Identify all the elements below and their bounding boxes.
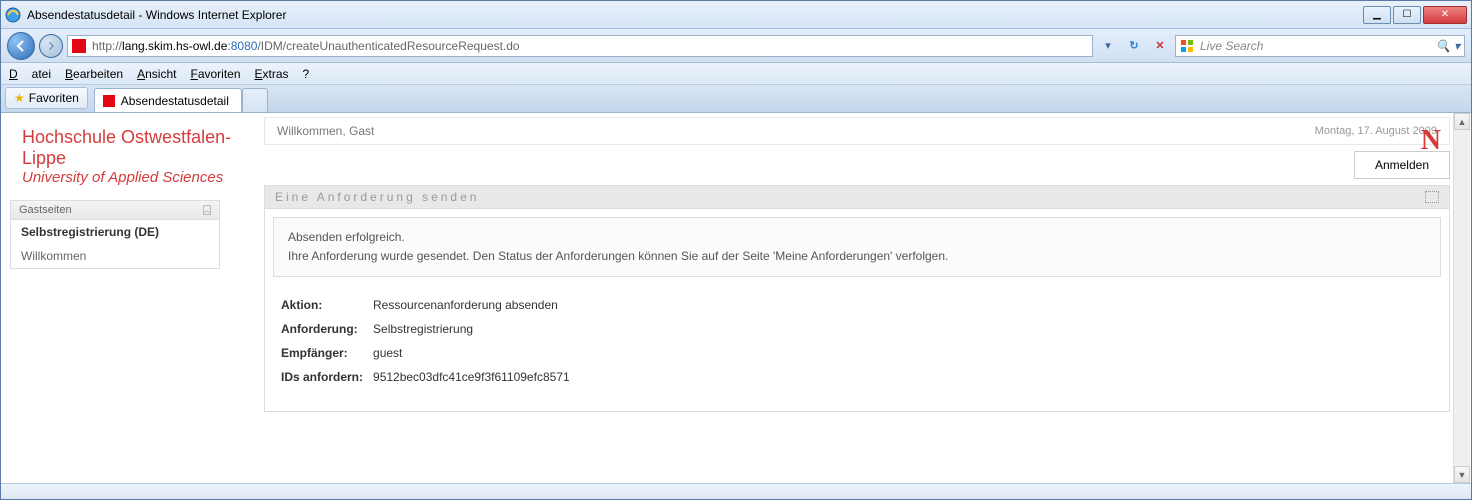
search-go-icon[interactable]: 🔍 ▾ — [1436, 39, 1460, 53]
tab-active[interactable]: Absendestatusdetail — [94, 88, 242, 112]
row-ids: IDs anfordern:9512bec03dfc41ce9f3f61109e… — [281, 365, 580, 389]
menu-edit[interactable]: Bearbeiten — [65, 67, 123, 81]
search-provider-icon — [1180, 39, 1194, 53]
status-bar — [1, 483, 1471, 499]
address-bar[interactable]: http://lang.skim.hs-owl.de:8080/IDM/crea… — [67, 35, 1093, 57]
new-tab-button[interactable] — [242, 88, 268, 112]
org-name: Hochschule Ostwestfalen-Lippe — [10, 121, 264, 169]
page-content: Hochschule Ostwestfalen-Lippe University… — [2, 113, 1470, 483]
stop-button[interactable]: ✕ — [1149, 35, 1171, 57]
org-subtitle: University of Applied Sciences — [10, 169, 264, 200]
close-button[interactable]: ✕ — [1423, 6, 1467, 24]
menu-extras[interactable]: Extras — [255, 67, 289, 81]
date-text: Montag, 17. August 2009 — [1315, 125, 1437, 137]
status-line2: Ihre Anforderung wurde gesendet. Den Sta… — [288, 247, 1426, 266]
favorites-button[interactable]: ★ Favoriten — [5, 87, 88, 109]
request-panel: Eine Anforderung senden Absenden erfolgr… — [264, 185, 1450, 412]
sidebar-group-header[interactable]: Gastseiten ︿ — [11, 201, 219, 220]
row-empfaenger: Empfänger:guest — [281, 341, 580, 365]
window-title: Absendestatusdetail - Windows Internet E… — [27, 8, 1363, 22]
window-titlebar: Absendestatusdetail - Windows Internet E… — [1, 1, 1471, 29]
main-area: Willkommen, Gast Montag, 17. August 2009… — [264, 113, 1470, 483]
scroll-up-icon[interactable]: ▲ — [1454, 113, 1470, 130]
menu-favorites[interactable]: Favoriten — [190, 67, 240, 81]
scroll-down-icon[interactable]: ▼ — [1454, 466, 1470, 483]
dropdown-icon[interactable]: ▾ — [1097, 35, 1119, 57]
menu-bar: Datei Bearbeiten Ansicht Favoriten Extra… — [1, 63, 1471, 85]
forward-button[interactable] — [39, 34, 63, 58]
nav-toolbar: http://lang.skim.hs-owl.de:8080/IDM/crea… — [1, 29, 1471, 63]
panel-options-icon[interactable] — [1425, 191, 1439, 203]
search-placeholder: Live Search — [1200, 39, 1263, 53]
menu-view[interactable]: Ansicht — [137, 67, 176, 81]
favicon-icon — [72, 39, 86, 53]
refresh-button[interactable]: ↻ — [1123, 35, 1145, 57]
tab-favicon-icon — [103, 95, 115, 107]
welcome-bar: Willkommen, Gast Montag, 17. August 2009 — [264, 117, 1450, 145]
menu-file[interactable]: Datei — [9, 67, 51, 81]
menu-help[interactable]: ? — [303, 67, 310, 81]
row-aktion: Aktion:Ressourcenanforderung absenden — [281, 293, 580, 317]
scrollbar[interactable]: ▲ ▼ — [1453, 113, 1470, 483]
ie-icon — [5, 7, 21, 23]
collapse-icon[interactable]: ︿ — [203, 205, 211, 215]
request-details: Aktion:Ressourcenanforderung absenden An… — [265, 285, 1449, 411]
status-message: Absenden erfolgreich. Ihre Anforderung w… — [273, 217, 1441, 277]
maximize-button[interactable]: ☐ — [1393, 6, 1421, 24]
minimize-button[interactable]: ▁ — [1363, 6, 1391, 24]
panel-header: Eine Anforderung senden — [265, 186, 1449, 209]
sidebar-item-welcome[interactable]: Willkommen — [11, 244, 219, 268]
sidebar-item-selfreg[interactable]: Selbstregistrierung (DE) — [11, 220, 219, 244]
tab-bar: ★ Favoriten Absendestatusdetail — [1, 85, 1471, 113]
welcome-text: Willkommen, Gast — [277, 124, 374, 138]
url-text: http://lang.skim.hs-owl.de:8080/IDM/crea… — [92, 39, 520, 53]
sidebar: Hochschule Ostwestfalen-Lippe University… — [2, 113, 264, 483]
status-line1: Absenden erfolgreich. — [288, 228, 1426, 247]
search-input[interactable]: Live Search 🔍 ▾ — [1175, 35, 1465, 57]
back-button[interactable] — [7, 32, 35, 60]
row-anforderung: Anforderung:Selbstregistrierung — [281, 317, 580, 341]
sidebar-nav: Gastseiten ︿ Selbstregistrierung (DE) Wi… — [10, 200, 220, 269]
brand-logo: N — [1421, 125, 1441, 157]
star-icon: ★ — [14, 91, 25, 105]
